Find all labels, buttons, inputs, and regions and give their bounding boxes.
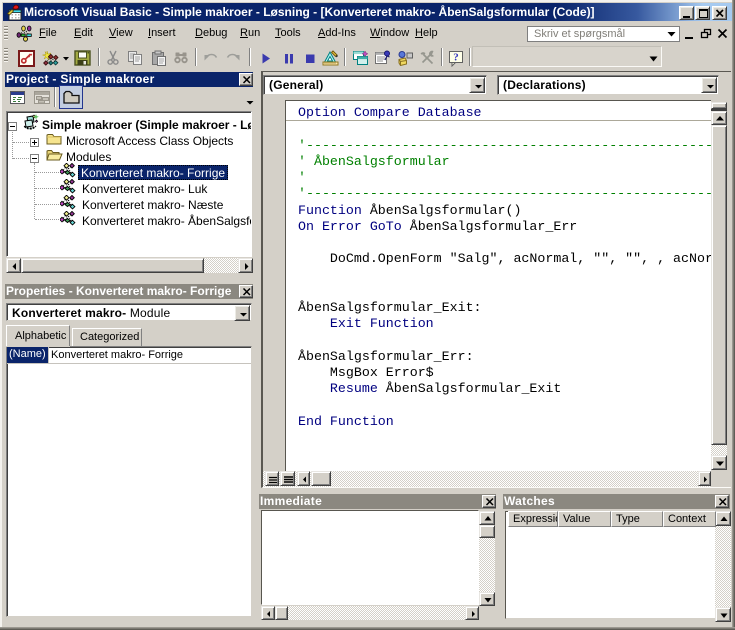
svg-text:?: ? — [453, 52, 459, 64]
